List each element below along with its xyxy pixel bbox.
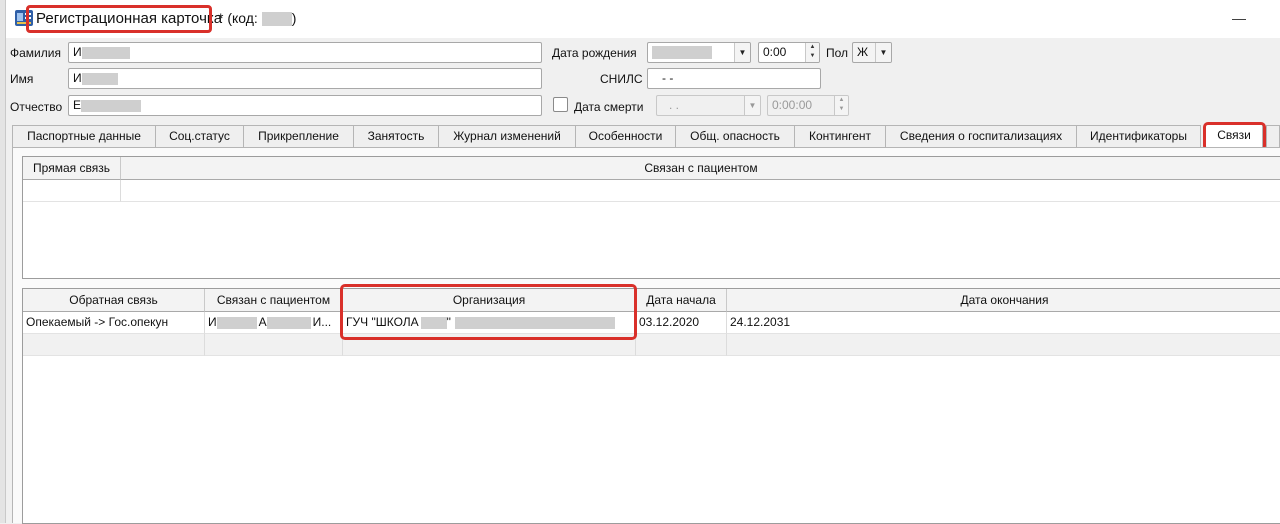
tab-passport[interactable]: Паспортные данные [12, 125, 156, 147]
snils-value: - - [662, 71, 674, 85]
surname-label: Фамилия [10, 46, 61, 60]
links-tab-panel: Прямая связь Связан с пациентом Обратная… [12, 147, 1280, 524]
patient-part-3: И... [312, 315, 332, 329]
tab-overflow[interactable] [1266, 125, 1280, 147]
birth-date-label: Дата рождения [552, 46, 637, 60]
patient-redacted-2 [266, 316, 311, 329]
tab-change-log[interactable]: Журнал изменений [438, 125, 576, 147]
name-label: Имя [10, 72, 34, 86]
organization-highlight-box [340, 284, 637, 340]
cell-linked-patient[interactable]: И А И... [205, 312, 343, 334]
surname-redacted [81, 46, 130, 59]
tab-features[interactable]: Особенности [575, 125, 676, 147]
tab-identifiers[interactable]: Идентификаторы [1076, 125, 1201, 147]
patronymic-label: Отчество [10, 100, 63, 114]
time-spinner-icon[interactable]: ▲ ▼ [834, 96, 848, 115]
chevron-down-icon[interactable]: ▼ [744, 96, 760, 115]
window-title-code: * (код: ) [218, 10, 297, 27]
table-row[interactable] [23, 180, 121, 202]
direct-links-table[interactable]: Прямая связь Связан с пациентом [22, 156, 1280, 279]
table-row[interactable] [636, 334, 727, 356]
tab-contingent[interactable]: Контингент [794, 125, 886, 147]
patronymic-redacted [81, 99, 142, 112]
patient-part-1: И [208, 315, 217, 329]
tab-danger[interactable]: Общ. опасность [675, 125, 795, 147]
cell-end-date[interactable]: 24.12.2031 [727, 312, 1280, 334]
chevron-down-icon[interactable]: ▼ [875, 43, 891, 62]
surname-field[interactable]: И [68, 42, 542, 63]
gender-select[interactable]: Ж ▼ [852, 42, 892, 63]
death-time-value: 0:00:00 [772, 98, 813, 112]
cell-link-type[interactable]: Опекаемый -> Гос.опекун [23, 312, 205, 334]
gender-label: Пол [826, 46, 849, 60]
patient-form: Фамилия И Имя И Отчество Е Дата рождения… [6, 38, 1280, 122]
tab-hospitalizations[interactable]: Сведения о госпитализациях [885, 125, 1077, 147]
surname-value: И [73, 45, 82, 59]
birth-date-picker[interactable]: ▼ [647, 42, 751, 63]
column-header-reverse-link[interactable]: Обратная связь [23, 289, 205, 312]
table-row[interactable] [727, 334, 1280, 356]
window-title-suffix-end: ) [291, 10, 297, 26]
birth-date-redacted [652, 46, 712, 60]
window-title-suffix: * (код: [218, 10, 258, 26]
tab-strip: Паспортные данные Соц.статус Прикреплени… [12, 124, 1280, 148]
birth-time-field[interactable]: 0:00 ▲ ▼ [758, 42, 820, 63]
column-header-linked-patient[interactable]: Связан с пациентом [205, 289, 343, 312]
death-date-picker[interactable]: . . ▼ [656, 95, 761, 116]
table-row[interactable] [205, 334, 343, 356]
table-row[interactable] [121, 180, 1280, 202]
column-header-direct-link[interactable]: Прямая связь [23, 157, 121, 180]
name-field[interactable]: И [68, 68, 542, 89]
cell-start-date[interactable]: 03.12.2020 [636, 312, 727, 334]
death-date-checkbox[interactable] [553, 97, 568, 112]
reverse-links-table[interactable]: Обратная связь Связан с пациентом Органи… [22, 288, 1280, 524]
death-time-field[interactable]: 0:00:00 ▲ ▼ [767, 95, 849, 116]
patient-part-2: А [258, 315, 267, 329]
column-header-linked-patient[interactable]: Связан с пациентом [121, 157, 1280, 180]
tab-social-status[interactable]: Соц.статус [155, 125, 244, 147]
column-header-end-date[interactable]: Дата окончания [727, 289, 1280, 312]
name-redacted [81, 72, 118, 85]
table-row[interactable] [23, 334, 205, 356]
death-date-value: . . [669, 98, 680, 112]
gender-value: Ж [857, 45, 869, 59]
patronymic-value: Е [73, 98, 82, 112]
name-value: И [73, 71, 82, 85]
title-highlight-box [26, 5, 212, 33]
birth-time-value: 0:00 [763, 45, 787, 59]
patronymic-field[interactable]: Е [68, 95, 542, 116]
panel-splitter[interactable] [13, 282, 1280, 292]
death-date-label: Дата смерти [574, 100, 644, 114]
code-redacted [261, 12, 292, 27]
time-spinner-icon[interactable]: ▲ ▼ [805, 43, 819, 62]
tab-employment[interactable]: Занятость [353, 125, 439, 147]
column-header-start-date[interactable]: Дата начала [636, 289, 727, 312]
tab-attachment[interactable]: Прикрепление [243, 125, 354, 147]
minimize-button[interactable]: — [1231, 10, 1247, 26]
snils-field[interactable]: - - [647, 68, 821, 89]
snils-label: СНИЛС [600, 72, 643, 86]
patient-redacted-1 [216, 316, 257, 329]
chevron-down-icon[interactable]: ▼ [734, 43, 750, 62]
